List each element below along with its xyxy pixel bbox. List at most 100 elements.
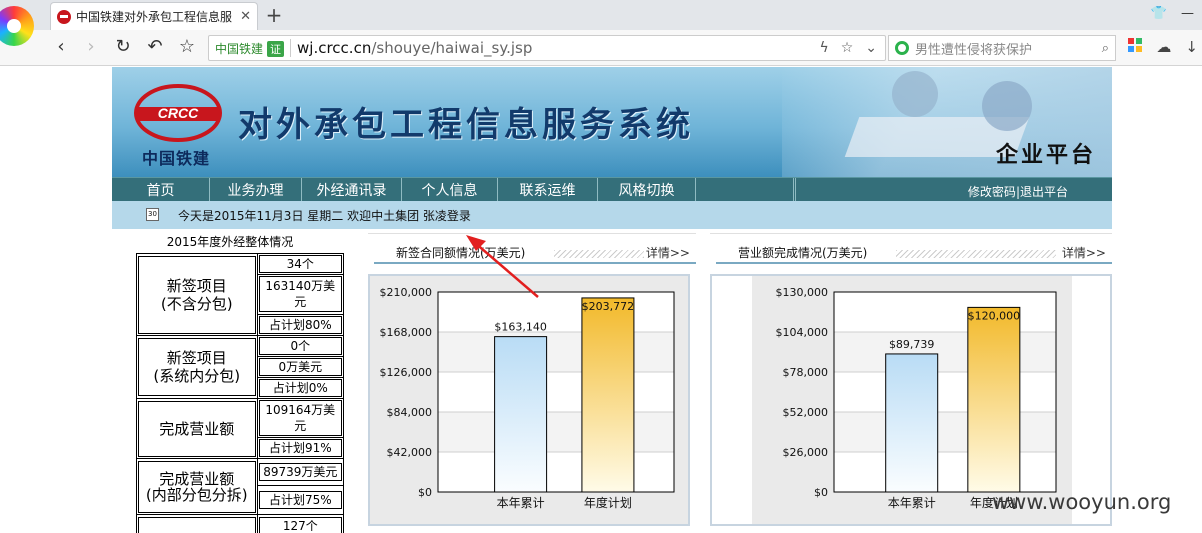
y-tick-label: $84,000 bbox=[387, 406, 433, 419]
data-label: $120,000 bbox=[968, 309, 1021, 322]
y-tick-label: $130,000 bbox=[776, 286, 829, 299]
plot-area bbox=[833, 291, 1057, 493]
summary-table: 新签项目 (不含分包) 34个 163140万美元 占计划80% 新签项目 (系… bbox=[136, 252, 345, 533]
header-stripe bbox=[554, 250, 644, 258]
y-tick-label: $168,000 bbox=[380, 326, 433, 339]
summary-title: 2015年度外经整体情况 bbox=[166, 235, 294, 249]
reload-icon[interactable]: ↻ bbox=[112, 36, 134, 58]
row-value: 34个 bbox=[258, 255, 342, 274]
skin-icon[interactable]: 👕 bbox=[1151, 6, 1167, 21]
account-links: 修改密码|退出平台 bbox=[968, 183, 1068, 200]
row-label: 完成营业额 (内部分包分拆) bbox=[138, 460, 256, 513]
tab-bar: 中国铁建对外承包工程信息服 ✕ + 👕 — bbox=[0, 0, 1202, 30]
certificate-label[interactable]: 中国铁建证 bbox=[209, 40, 290, 57]
chevron-down-icon[interactable]: ⌄ bbox=[865, 40, 877, 56]
data-label: $163,140 bbox=[494, 321, 546, 334]
grid-band bbox=[438, 412, 674, 452]
row-label: 新签项目 (系统内分包) bbox=[138, 338, 256, 396]
contract-chart-panel: 新签合同额情况(万美元) 详情>> $0 $42,000 $84,000 $126,0… bbox=[368, 233, 696, 533]
download-icon[interactable]: ↓ bbox=[1185, 38, 1198, 56]
table-row: 完成营业额 109164万美元 bbox=[136, 398, 345, 459]
y-tick-label: $0 bbox=[418, 486, 432, 499]
crcc-favicon-icon bbox=[57, 9, 71, 24]
table-row: 新签项目 (系统内分包) 0个 bbox=[136, 335, 345, 399]
x-tick-label: 本年累计 bbox=[497, 496, 545, 510]
row-label: 完成营业额 bbox=[138, 400, 256, 457]
panel-title: 营业额完成情况(万美元) bbox=[738, 244, 874, 261]
x-tick-label: 本年累计 bbox=[888, 496, 936, 510]
forward-icon[interactable]: › bbox=[80, 36, 102, 58]
revenue-chart-panel: 营业额完成情况(万美元) 详情>> $0 $26,000 $52,000 $78,00… bbox=[710, 233, 1112, 533]
address-actions: ϟ ☆ ⌄ bbox=[819, 40, 885, 56]
y-tick-label: $78,000 bbox=[783, 366, 829, 379]
menu-item-style[interactable]: 风格切换 bbox=[598, 178, 696, 202]
window-controls: 👕 — bbox=[1151, 6, 1194, 21]
y-tick-label: $126,000 bbox=[380, 366, 433, 379]
details-link[interactable]: 详情>> bbox=[646, 244, 690, 261]
cert-badge: 证 bbox=[267, 40, 285, 57]
logout-link[interactable]: 退出平台 bbox=[1020, 185, 1068, 199]
menu-divider bbox=[794, 178, 796, 202]
logo-text: CRCC bbox=[158, 105, 199, 121]
grid-band bbox=[834, 412, 1056, 452]
chart-frame: $0 $26,000 $52,000 $78,000 $104,000 $130,000 $… bbox=[710, 274, 1112, 526]
panel-title: 新签合同额情况(万美元) bbox=[396, 244, 532, 261]
close-tab-icon[interactable]: ✕ bbox=[240, 9, 251, 24]
row-value: 89739万美元 bbox=[258, 462, 342, 481]
url-text[interactable]: wj.crcc.cn/shouye/haiwai_sy.jsp bbox=[297, 39, 819, 57]
browser-tab[interactable]: 中国铁建对外承包工程信息服 ✕ bbox=[50, 2, 258, 30]
menu-item-personal[interactable]: 个人信息 bbox=[402, 178, 498, 202]
data-label: $203,772 bbox=[582, 300, 635, 313]
menu-item-business[interactable]: 业务办理 bbox=[210, 178, 302, 202]
navigation-bar: ‹ › ↻ ↶ ☆ 中国铁建证 wj.crcc.cn/shouye/haiwai… bbox=[0, 30, 1202, 66]
table-row: 新签项目 (不含分包) 34个 bbox=[136, 252, 345, 336]
row-value: 占计划80% bbox=[258, 315, 342, 334]
bookmark-star-icon[interactable]: ☆ bbox=[841, 40, 854, 56]
watermark: www.wooyun.org bbox=[992, 490, 1172, 514]
logo-cn: 中国铁建 bbox=[142, 149, 211, 168]
apps-grid-icon[interactable] bbox=[1128, 38, 1143, 52]
menu-item-support[interactable]: 联系运维 bbox=[498, 178, 598, 202]
change-password-link[interactable]: 修改密码 bbox=[968, 185, 1016, 199]
row-label: 新签项目 (不含分包) bbox=[138, 255, 256, 334]
row-value: 109164万美元 bbox=[258, 400, 342, 436]
calendar-icon: 30 bbox=[146, 208, 159, 221]
bar-chart: $0 $42,000 $84,000 $126,000 $168,000 $210,000… bbox=[380, 286, 675, 510]
summary-panel: 2015年度外经整体情况 新签项目 (不含分包) 34个 163140万美元 占… bbox=[112, 229, 360, 533]
row-label bbox=[138, 516, 256, 533]
new-tab-button[interactable]: + bbox=[262, 3, 286, 27]
data-label: $89,739 bbox=[889, 338, 935, 351]
lightning-icon[interactable]: ϟ bbox=[819, 40, 828, 56]
x-tick-label: 年度计划 bbox=[584, 495, 632, 510]
cloud-icon[interactable]: ☁ bbox=[1156, 38, 1171, 56]
undo-icon[interactable]: ↶ bbox=[144, 36, 166, 58]
menu-item-directory[interactable]: 外经通讯录 bbox=[302, 178, 402, 202]
minimize-icon[interactable]: — bbox=[1181, 6, 1194, 21]
panel-header: 营业额完成情况(万美元) 详情>> bbox=[716, 240, 1112, 264]
address-bar[interactable]: 中国铁建证 wj.crcc.cn/shouye/haiwai_sy.jsp ϟ … bbox=[208, 35, 886, 61]
y-tick-label: $0 bbox=[814, 486, 828, 499]
search-icon[interactable]: ⌕ bbox=[1102, 41, 1109, 56]
row-value: 0个 bbox=[258, 337, 342, 355]
search-input[interactable]: 男性遭性侵将获保护 bbox=[915, 39, 1102, 58]
details-link[interactable]: 详情>> bbox=[1062, 244, 1106, 261]
url-host: wj.crcc.cn bbox=[297, 39, 372, 57]
row-value: 占计划0% bbox=[258, 379, 342, 397]
tab-title: 中国铁建对外承包工程信息服 bbox=[76, 10, 233, 24]
system-title: 对外承包工程信息服务系统 bbox=[238, 105, 694, 145]
grid-band bbox=[438, 332, 674, 372]
platform-label: 企业平台 bbox=[995, 143, 1096, 168]
row-value: 占计划75% bbox=[258, 490, 342, 509]
back-icon[interactable]: ‹ bbox=[50, 36, 72, 58]
search-engine-icon bbox=[895, 41, 909, 55]
y-tick-label: $104,000 bbox=[776, 326, 829, 339]
search-box[interactable]: 男性遭性侵将获保护 ⌕ bbox=[888, 35, 1116, 61]
plot-area bbox=[437, 291, 675, 493]
panel-header: 新签合同额情况(万美元) 详情>> bbox=[374, 240, 696, 264]
url-path: /shouye/haiwai_sy.jsp bbox=[371, 39, 533, 57]
menu-item-home[interactable]: 首页 bbox=[112, 178, 210, 202]
favorite-star-icon[interactable]: ☆ bbox=[176, 36, 198, 58]
y-tick-label: $52,000 bbox=[783, 406, 829, 419]
row-value: 127个 bbox=[258, 516, 342, 533]
bar-plan bbox=[967, 306, 1021, 493]
